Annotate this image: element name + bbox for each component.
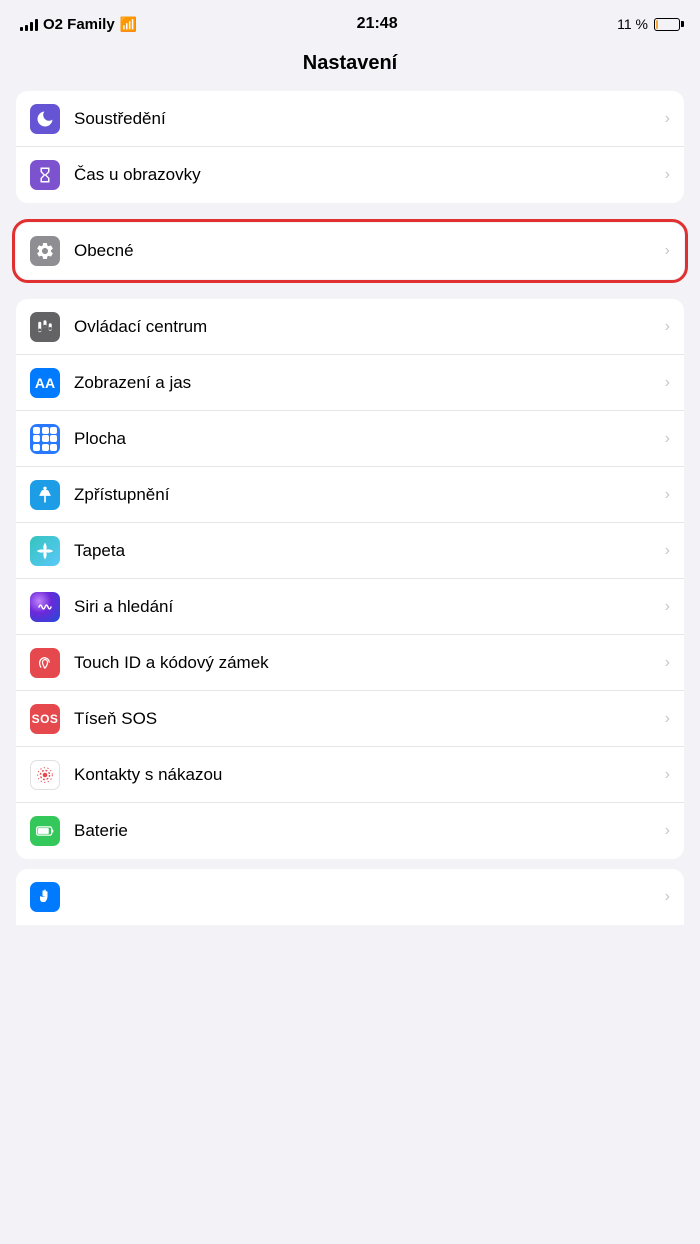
baterie-label: Baterie: [74, 821, 665, 841]
signal-bar-4: [35, 19, 38, 31]
status-time: 21:48: [357, 15, 398, 33]
battery-percentage: 11 %: [617, 16, 648, 32]
zobrazeni-chevron: ›: [665, 374, 670, 392]
row-plocha[interactable]: Plocha ›: [16, 411, 684, 467]
row-kontakty[interactable]: Kontakty s nákazou ›: [16, 747, 684, 803]
row-zpristupneni[interactable]: Zpřístupnění ›: [16, 467, 684, 523]
status-left: O2 Family 📶: [20, 16, 137, 33]
signal-bar-3: [30, 22, 33, 31]
carrier-name: O2 Family: [43, 16, 115, 33]
sos-chevron: ›: [665, 710, 670, 728]
row-ovladaci-centrum[interactable]: Ovládací centrum ›: [16, 299, 684, 355]
tapeta-icon: [30, 536, 60, 566]
touchid-icon: [30, 648, 60, 678]
cas-label: Čas u obrazovky: [74, 165, 665, 185]
zpristupneni-icon: [30, 480, 60, 510]
sos-icon: SOS: [30, 704, 60, 734]
battery-shape: [654, 18, 680, 31]
row-touch-id[interactable]: Touch ID a kódový zámek ›: [16, 635, 684, 691]
soustredeni-chevron: ›: [665, 110, 670, 128]
ovladaci-label: Ovládací centrum: [74, 317, 665, 337]
row-cas-u-obrazovky[interactable]: Čas u obrazovky ›: [16, 147, 684, 203]
row-baterie[interactable]: Baterie ›: [16, 803, 684, 859]
kontakty-icon: [30, 760, 60, 790]
baterie-chevron: ›: [665, 822, 670, 840]
plocha-label: Plocha: [74, 429, 665, 449]
row-soukromi[interactable]: ›: [16, 869, 684, 925]
signal-bars: [20, 17, 38, 31]
siri-chevron: ›: [665, 598, 670, 616]
zobrazeni-icon: AA: [30, 368, 60, 398]
obecne-icon: [30, 236, 60, 266]
siri-icon: [30, 592, 60, 622]
row-zobrazeni[interactable]: AA Zobrazení a jas ›: [16, 355, 684, 411]
page-title: Nastavení: [0, 44, 700, 91]
aa-text: AA: [35, 375, 55, 391]
sos-label: Tíseň SOS: [74, 709, 665, 729]
status-bar: O2 Family 📶 21:48 11 %: [0, 0, 700, 44]
sos-text: SOS: [32, 712, 59, 726]
wifi-icon: 📶: [120, 16, 137, 33]
settings-group-bottom-partial: ›: [16, 869, 684, 925]
siri-label: Siri a hledání: [74, 597, 665, 617]
tapeta-chevron: ›: [665, 542, 670, 560]
signal-bar-1: [20, 27, 23, 31]
signal-bar-2: [25, 25, 28, 31]
obecne-label: Obecné: [74, 241, 665, 261]
plocha-chevron: ›: [665, 430, 670, 448]
soustredeni-icon: [30, 104, 60, 134]
ovladaci-icon: [30, 312, 60, 342]
plocha-icon: [30, 424, 60, 454]
battery-fill: [656, 20, 658, 29]
touchid-label: Touch ID a kódový zámek: [74, 653, 665, 673]
row-obecne[interactable]: Obecné ›: [16, 223, 684, 279]
obecne-chevron: ›: [665, 242, 670, 260]
row-tapeta[interactable]: Tapeta ›: [16, 523, 684, 579]
cas-icon: [30, 160, 60, 190]
settings-group-1: Soustředění › Čas u obrazovky ›: [16, 91, 684, 203]
settings-group-obecne: Obecné ›: [16, 223, 684, 279]
ovladaci-chevron: ›: [665, 318, 670, 336]
soustredeni-label: Soustředění: [74, 109, 665, 129]
status-right: 11 %: [617, 16, 680, 32]
settings-group-3: Ovládací centrum › AA Zobrazení a jas ›: [16, 299, 684, 859]
kontakty-label: Kontakty s nákazou: [74, 765, 665, 785]
row-siri[interactable]: Siri a hledání ›: [16, 579, 684, 635]
battery-icon: [654, 18, 680, 31]
baterie-icon: [30, 816, 60, 846]
zobrazeni-label: Zobrazení a jas: [74, 373, 665, 393]
tapeta-label: Tapeta: [74, 541, 665, 561]
row-tisen-sos[interactable]: SOS Tíseň SOS ›: [16, 691, 684, 747]
touchid-chevron: ›: [665, 654, 670, 672]
soukromi-chevron: ›: [665, 888, 670, 906]
row-soustredeni[interactable]: Soustředění ›: [16, 91, 684, 147]
zpristupneni-chevron: ›: [665, 486, 670, 504]
cas-chevron: ›: [665, 166, 670, 184]
soukromi-icon: [30, 882, 60, 912]
zpristupneni-label: Zpřístupnění: [74, 485, 665, 505]
kontakty-chevron: ›: [665, 766, 670, 784]
